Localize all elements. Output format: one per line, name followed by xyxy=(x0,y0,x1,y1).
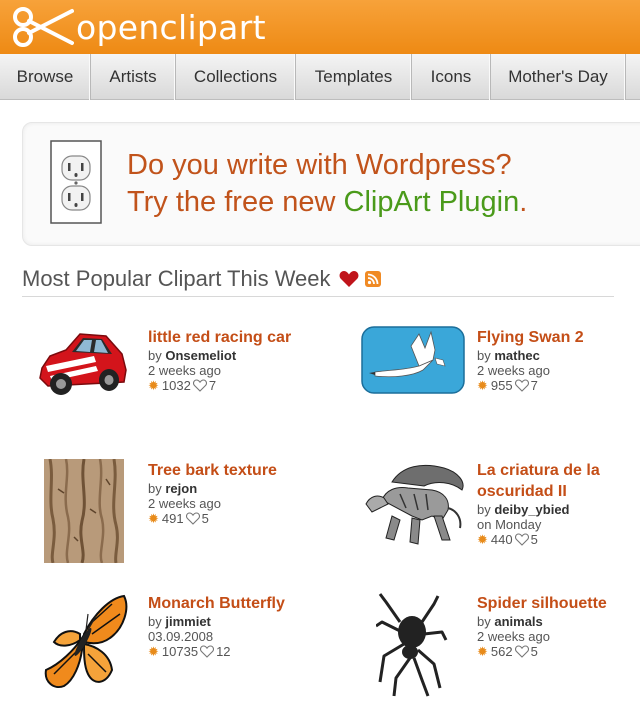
item-info: Tree bark texture by rejon 2 weeks ago ✹… xyxy=(148,460,277,526)
item-star-count: 1032 xyxy=(161,378,191,393)
site-logo[interactable]: openclipart xyxy=(10,4,266,50)
item-star-count: 955 xyxy=(490,378,513,393)
banner-subline: Try the free new ClipArt Plugin. xyxy=(127,186,527,219)
power-outlet-icon xyxy=(50,140,102,224)
butterfly-thumbnail[interactable] xyxy=(40,594,128,694)
item-author[interactable]: jimmiet xyxy=(165,614,211,629)
item-title[interactable]: Tree bark texture xyxy=(148,460,277,481)
nav-templates[interactable]: Templates xyxy=(296,54,412,100)
item-date: 2 weeks ago xyxy=(477,363,550,378)
item-author-line: by rejon xyxy=(148,481,277,496)
item-date: 2 weeks ago xyxy=(477,629,550,644)
item-author[interactable]: mathec xyxy=(494,348,540,363)
item-title[interactable]: Monarch Butterfly xyxy=(148,593,285,614)
item-like-count: 5 xyxy=(530,532,538,547)
flying-swan-thumbnail[interactable] xyxy=(361,326,465,394)
rss-feed-icon[interactable] xyxy=(364,271,381,287)
banner-headline: Do you write with Wordpress? xyxy=(127,149,512,181)
item-title[interactable]: La criatura de la xyxy=(477,460,600,481)
item-title[interactable]: little red racing car xyxy=(148,327,291,348)
item-stats: ✹ 562 5 xyxy=(477,644,607,659)
item-author-line: by jimmiet xyxy=(148,614,285,629)
creature-thumbnail[interactable] xyxy=(362,460,468,550)
item-info: Spider silhouette by animals 2 weeks ago… xyxy=(477,593,607,659)
item-stats: ✹ 491 5 xyxy=(148,511,277,526)
star-icon: ✹ xyxy=(148,644,159,659)
item-info: little red racing car by Onsemeliot 2 we… xyxy=(148,327,291,393)
nav-icons[interactable]: Icons xyxy=(412,54,491,100)
item-stats: ✹ 955 7 xyxy=(477,378,584,393)
logo-text: openclipart xyxy=(76,7,266,47)
item-like-count: 7 xyxy=(530,378,538,393)
wordpress-plugin-banner[interactable]: Do you write with Wordpress? Try the fre… xyxy=(22,122,640,246)
heart-outline-icon[interactable] xyxy=(514,645,529,658)
item-date: on Monday xyxy=(477,517,542,532)
heart-outline-icon[interactable] xyxy=(514,379,529,392)
star-icon: ✹ xyxy=(477,378,488,393)
item-title[interactable]: Spider silhouette xyxy=(477,593,607,614)
heart-outline-icon[interactable] xyxy=(514,533,529,546)
item-like-count: 12 xyxy=(216,644,231,659)
item-title-line2[interactable]: oscuridad II xyxy=(477,481,600,502)
nav-browse[interactable]: Browse xyxy=(0,54,91,100)
item-info: Monarch Butterfly by jimmiet 03.09.2008 … xyxy=(148,593,285,659)
item-author[interactable]: Onsemeliot xyxy=(165,348,236,363)
item-date: 2 weeks ago xyxy=(148,496,221,511)
item-date: 03.09.2008 xyxy=(148,629,214,644)
item-star-count: 440 xyxy=(490,532,513,547)
item-author-line: by Onsemeliot xyxy=(148,348,291,363)
item-like-count: 7 xyxy=(208,378,217,393)
item-info: Flying Swan 2 by mathec 2 weeks ago ✹ 95… xyxy=(477,327,584,393)
by-label: by xyxy=(148,614,162,629)
item-star-count: 10735 xyxy=(161,644,199,659)
nav-collections[interactable]: Collections xyxy=(176,54,296,100)
by-label: by xyxy=(477,348,491,363)
section-title: Most Popular Clipart This Week xyxy=(22,266,331,291)
scissors-icon xyxy=(13,7,74,47)
nav-artists[interactable]: Artists xyxy=(91,54,176,100)
spider-thumbnail[interactable] xyxy=(376,592,448,698)
item-author[interactable]: rejon xyxy=(165,481,197,496)
nav-mothers-day[interactable]: Mother's Day xyxy=(491,54,626,100)
heart-outline-icon[interactable] xyxy=(185,512,200,525)
heart-icon xyxy=(339,271,358,287)
item-date: 2 weeks ago xyxy=(148,363,221,378)
item-star-count: 562 xyxy=(490,644,513,659)
red-car-thumbnail[interactable] xyxy=(36,326,130,398)
main-nav: Browse Artists Collections Templates Ico… xyxy=(0,54,640,100)
banner-subline-prefix: Try the free new xyxy=(127,186,344,218)
item-author[interactable]: deiby_ybied xyxy=(494,502,569,517)
by-label: by xyxy=(148,481,162,496)
tree-bark-thumbnail[interactable] xyxy=(44,459,124,563)
banner-subline-suffix: . xyxy=(519,186,528,218)
item-title[interactable]: Flying Swan 2 xyxy=(477,327,584,348)
item-author-line: by mathec xyxy=(477,348,584,363)
section-heading: Most Popular Clipart This Week xyxy=(22,266,381,292)
item-stats: ✹ 10735 12 xyxy=(148,644,285,659)
item-stats: ✹ 440 5 xyxy=(477,532,600,547)
by-label: by xyxy=(148,348,162,363)
item-author-line: by deiby_ybied xyxy=(477,502,600,517)
star-icon: ✹ xyxy=(148,511,159,526)
item-like-count: 5 xyxy=(530,644,538,659)
item-info: La criatura de la oscuridad II by deiby_… xyxy=(477,460,600,547)
clipart-plugin-link[interactable]: ClipArt Plugin xyxy=(344,186,520,218)
heart-outline-icon[interactable] xyxy=(200,645,215,658)
by-label: by xyxy=(477,502,491,517)
item-author-line: by animals xyxy=(477,614,607,629)
heart-outline-icon[interactable] xyxy=(192,379,207,392)
item-star-count: 491 xyxy=(161,511,184,526)
item-stats: ✹ 1032 7 xyxy=(148,378,291,393)
star-icon: ✹ xyxy=(477,644,488,659)
site-header: openclipart xyxy=(0,0,640,54)
star-icon: ✹ xyxy=(148,378,159,393)
star-icon: ✹ xyxy=(477,532,488,547)
item-like-count: 5 xyxy=(201,511,209,526)
by-label: by xyxy=(477,614,491,629)
section-divider xyxy=(22,296,614,297)
item-author[interactable]: animals xyxy=(494,614,542,629)
